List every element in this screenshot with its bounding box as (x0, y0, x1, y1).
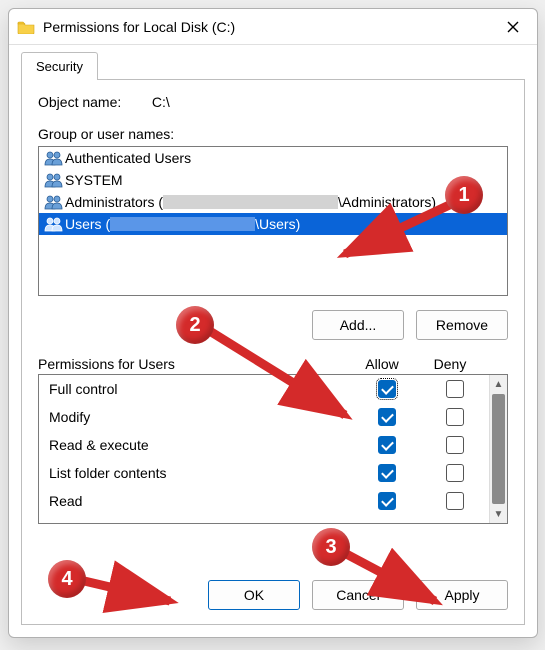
principal-icon (43, 194, 65, 210)
allow-checkbox[interactable] (378, 492, 396, 510)
deny-checkbox[interactable] (446, 436, 464, 454)
allow-column-label: Allow (348, 356, 416, 372)
permission-row: List folder contents (39, 459, 489, 487)
close-icon[interactable] (497, 11, 529, 43)
tab-security[interactable]: Security (21, 52, 98, 80)
object-name-row: Object name: C:\ (38, 94, 508, 110)
tab-strip: Security (9, 51, 537, 79)
add-button[interactable]: Add... (312, 310, 404, 340)
allow-checkbox[interactable] (378, 464, 396, 482)
cancel-button[interactable]: Cancel (312, 580, 404, 610)
group-user-list[interactable]: Authenticated Users SYSTEM Administrators … (38, 146, 508, 296)
remove-button[interactable]: Remove (416, 310, 508, 340)
user-suffix: \Users) (255, 216, 300, 232)
principal-icon (43, 172, 65, 188)
user-row[interactable]: Authenticated Users (39, 147, 507, 169)
permission-row: Full control (39, 375, 489, 403)
deny-checkbox[interactable] (446, 408, 464, 426)
deny-checkbox[interactable] (446, 380, 464, 398)
group-names-label: Group or user names: (38, 126, 508, 142)
user-row[interactable]: SYSTEM (39, 169, 507, 191)
principal-icon (43, 150, 65, 166)
permission-name: List folder contents (39, 465, 353, 481)
permission-name: Read (39, 493, 353, 509)
principal-icon (43, 216, 65, 232)
permission-name: Full control (39, 381, 353, 397)
permission-name: Modify (39, 409, 353, 425)
dialog-title: Permissions for Local Disk (C:) (43, 19, 497, 35)
scroll-up-icon[interactable]: ▲ (490, 375, 507, 393)
allow-checkbox[interactable] (378, 408, 396, 426)
user-row[interactable]: Administrators ( \Administrators) (39, 191, 507, 213)
permission-row: Read & execute (39, 431, 489, 459)
permissions-list: Full control Modify Read & execute List fol… (38, 374, 508, 524)
redacted-text (110, 217, 255, 231)
user-name: SYSTEM (65, 172, 123, 188)
user-buttons-row: Add... Remove (38, 310, 508, 340)
scroll-down-icon[interactable]: ▼ (490, 505, 507, 523)
user-row[interactable]: Users ( \Users) (39, 213, 507, 235)
folder-icon (17, 20, 35, 34)
user-name: Administrators ( (65, 194, 163, 210)
dialog-buttons-row: OK Cancel Apply (38, 566, 508, 610)
permissions-dialog: Permissions for Local Disk (C:) Security… (8, 8, 538, 638)
permissions-scrollbar[interactable]: ▲ ▼ (489, 375, 507, 523)
user-name: Authenticated Users (65, 150, 191, 166)
apply-button[interactable]: Apply (416, 580, 508, 610)
object-name-label: Object name: (38, 94, 148, 110)
permission-name: Read & execute (39, 437, 353, 453)
redacted-text (163, 195, 338, 209)
deny-column-label: Deny (416, 356, 484, 372)
allow-checkbox[interactable] (378, 436, 396, 454)
user-suffix: \Administrators) (338, 194, 436, 210)
user-name: Users ( (65, 216, 110, 232)
allow-checkbox[interactable] (378, 380, 396, 398)
permissions-header: Permissions for Users Allow Deny (38, 356, 508, 372)
deny-checkbox[interactable] (446, 464, 464, 482)
object-name-value: C:\ (152, 94, 170, 110)
ok-button[interactable]: OK (208, 580, 300, 610)
scroll-thumb[interactable] (492, 394, 505, 504)
permission-row: Modify (39, 403, 489, 431)
deny-checkbox[interactable] (446, 492, 464, 510)
tab-body: Object name: C:\ Group or user names: Au… (21, 79, 525, 625)
titlebar: Permissions for Local Disk (C:) (9, 9, 537, 45)
permissions-for-label: Permissions for Users (38, 356, 348, 372)
permission-row: Read (39, 487, 489, 515)
